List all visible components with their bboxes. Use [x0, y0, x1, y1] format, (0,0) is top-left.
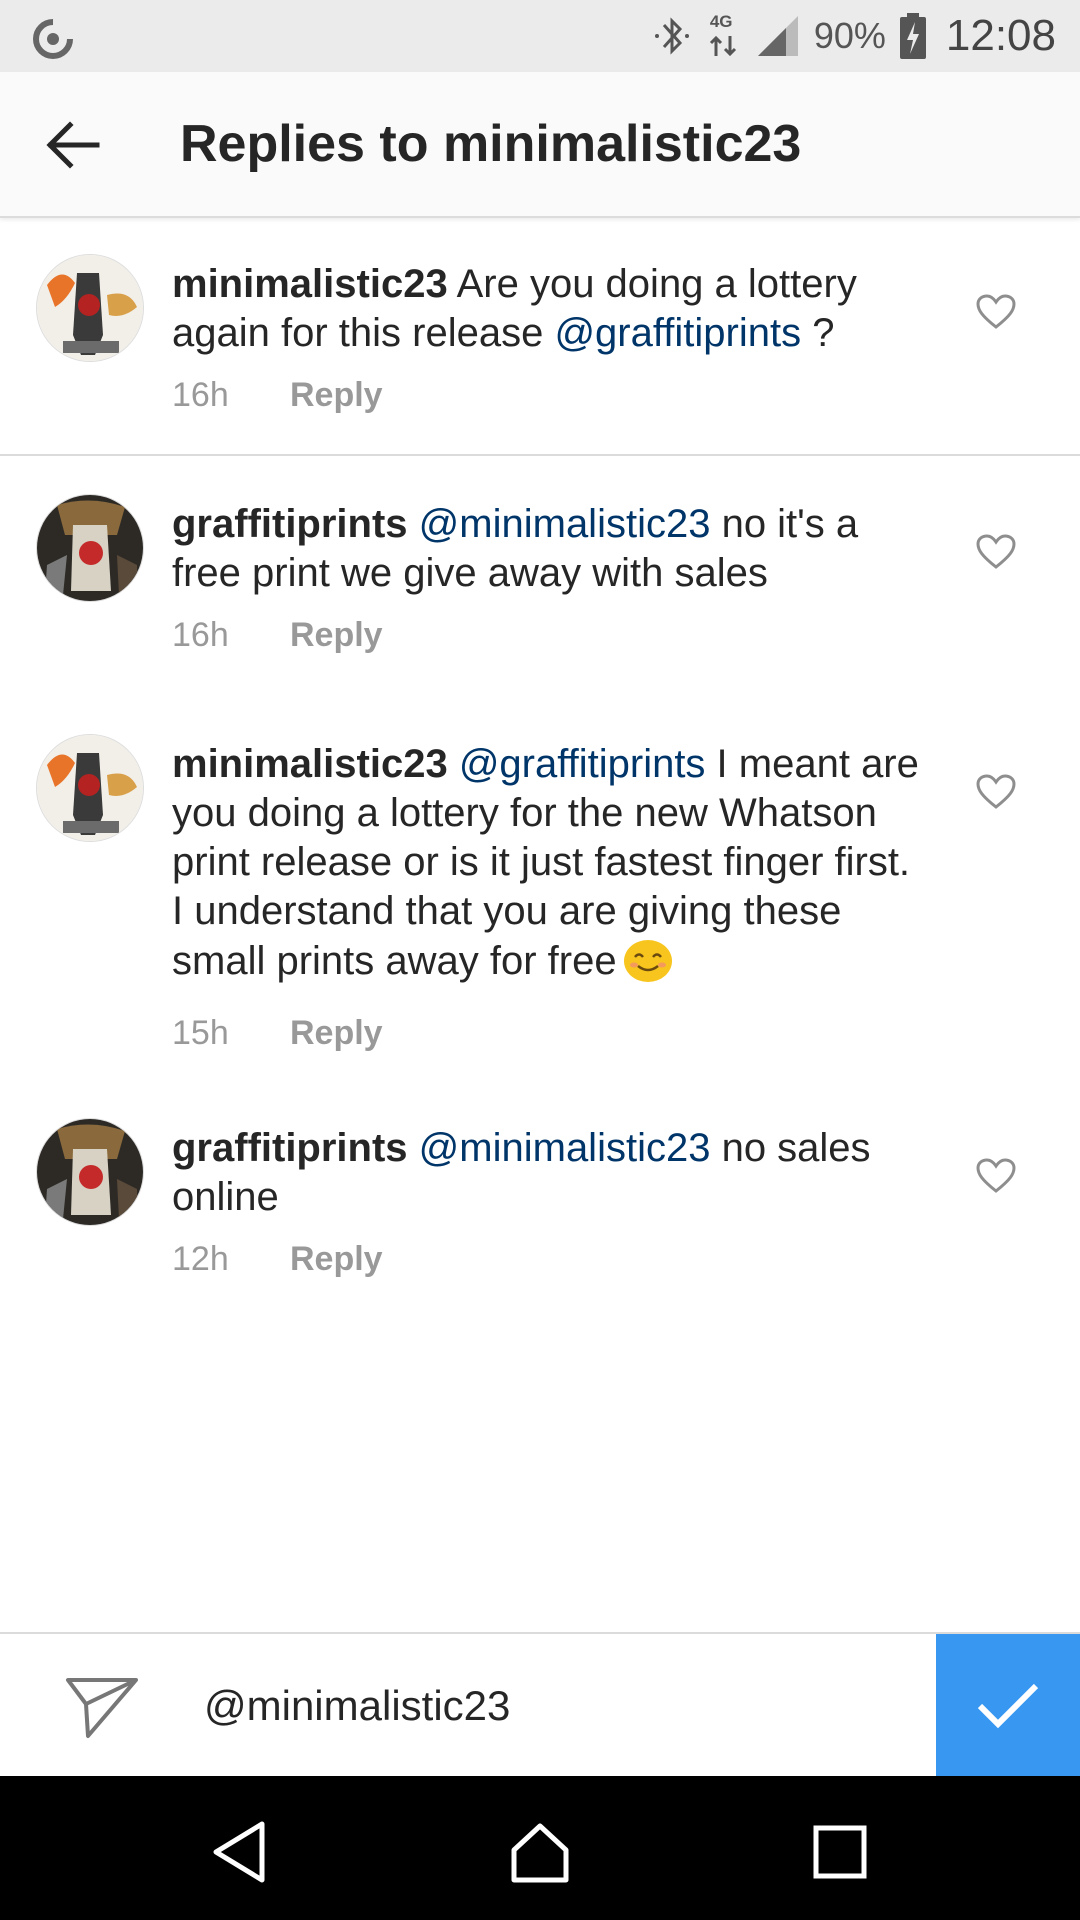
comment-meta: 16h Reply [172, 376, 383, 415]
bluetooth-icon [654, 17, 689, 55]
back-button[interactable] [36, 108, 110, 182]
like-button[interactable] [970, 286, 1022, 338]
reply-comment: graffitiprints @minimalistic23 no it's a… [0, 456, 1080, 696]
comment-username[interactable]: minimalistic23 [172, 742, 448, 786]
parent-comment: minimalistic23 Are you doing a lottery a… [0, 220, 1080, 456]
reply-comment: minimalistic23 @graffitiprints I meant a… [0, 696, 1080, 1080]
clock: 12:08 [945, 11, 1056, 60]
comment-username[interactable]: minimalistic23 [172, 262, 448, 306]
arrow-left-icon [46, 121, 100, 169]
heart-icon [976, 774, 1016, 809]
comment-text-part [408, 502, 419, 546]
reply-button[interactable]: Reply [290, 1014, 383, 1053]
status-bar: 4G 90% 12:08 [0, 0, 1080, 72]
like-button[interactable] [970, 766, 1022, 818]
paper-plane-icon[interactable] [64, 1670, 140, 1742]
sync-icon [33, 19, 73, 59]
post-button[interactable] [936, 1634, 1080, 1778]
mention-link[interactable]: @minimalistic23 [419, 502, 711, 546]
heart-icon [976, 1158, 1016, 1193]
system-nav-bar [0, 1776, 1080, 1920]
comment-text: graffitiprints @minimalistic23 no sales … [172, 1124, 932, 1222]
comment-text-part [408, 1126, 419, 1170]
mention-link[interactable]: @minimalistic23 [419, 1126, 711, 1170]
comment-input[interactable] [204, 1668, 904, 1744]
battery-charging-icon [899, 13, 926, 59]
comment-username[interactable]: graffitiprints [172, 1126, 408, 1170]
comment-text: minimalistic23 @graffitiprints I meant a… [172, 740, 932, 986]
heart-icon [976, 294, 1016, 329]
home-icon [511, 1823, 569, 1883]
reply-comment: graffitiprints @minimalistic23 no sales … [0, 1080, 1080, 1320]
network-arrows-icon: 4G [706, 12, 742, 60]
like-button[interactable] [970, 1150, 1022, 1202]
comment-meta: 12h Reply [172, 1240, 383, 1279]
comment-time: 12h [172, 1240, 229, 1278]
nav-home-button[interactable] [500, 1812, 580, 1892]
comment-time: 16h [172, 616, 229, 654]
comment-time: 16h [172, 376, 229, 414]
reply-button[interactable]: Reply [290, 616, 383, 655]
smiling-face-emoji [623, 940, 672, 982]
reply-button[interactable]: Reply [290, 1240, 383, 1279]
nav-back-button[interactable] [200, 1812, 280, 1892]
comment-text-part: ? [801, 311, 835, 355]
reply-button[interactable]: Reply [290, 376, 383, 415]
like-button[interactable] [970, 526, 1022, 578]
app-header: Replies to minimalistic23 [0, 72, 1080, 218]
comment-time: 15h [172, 1014, 229, 1052]
battery-percent: 90% [813, 15, 886, 56]
comment-text: minimalistic23 Are you doing a lottery a… [172, 260, 932, 358]
comment-meta: 16h Reply [172, 616, 383, 655]
avatar-minimalistic23[interactable] [36, 734, 144, 842]
comment-text: graffitiprints @minimalistic23 no it's a… [172, 500, 932, 598]
mention-link[interactable]: @graffitiprints [554, 311, 801, 355]
avatar-minimalistic23[interactable] [36, 254, 144, 362]
recents-square-icon [813, 1825, 867, 1879]
avatar-graffitiprints[interactable] [36, 494, 144, 602]
avatar-graffitiprints[interactable] [36, 1118, 144, 1226]
comment-username[interactable]: graffitiprints [172, 502, 408, 546]
status-indicators: 4G 90% 12:08 [652, 0, 1056, 72]
nav-recents-button[interactable] [800, 1812, 880, 1892]
reply-composer [0, 1632, 1080, 1778]
comment-text-part [448, 742, 459, 786]
back-triangle-icon [213, 1821, 265, 1883]
signal-icon [757, 16, 798, 56]
checkmark-icon [977, 1683, 1039, 1729]
comment-meta: 15h Reply [172, 1014, 383, 1053]
page-title: Replies to minimalistic23 [180, 115, 802, 173]
heart-icon [976, 534, 1016, 569]
mention-link[interactable]: @graffitiprints [459, 742, 706, 786]
